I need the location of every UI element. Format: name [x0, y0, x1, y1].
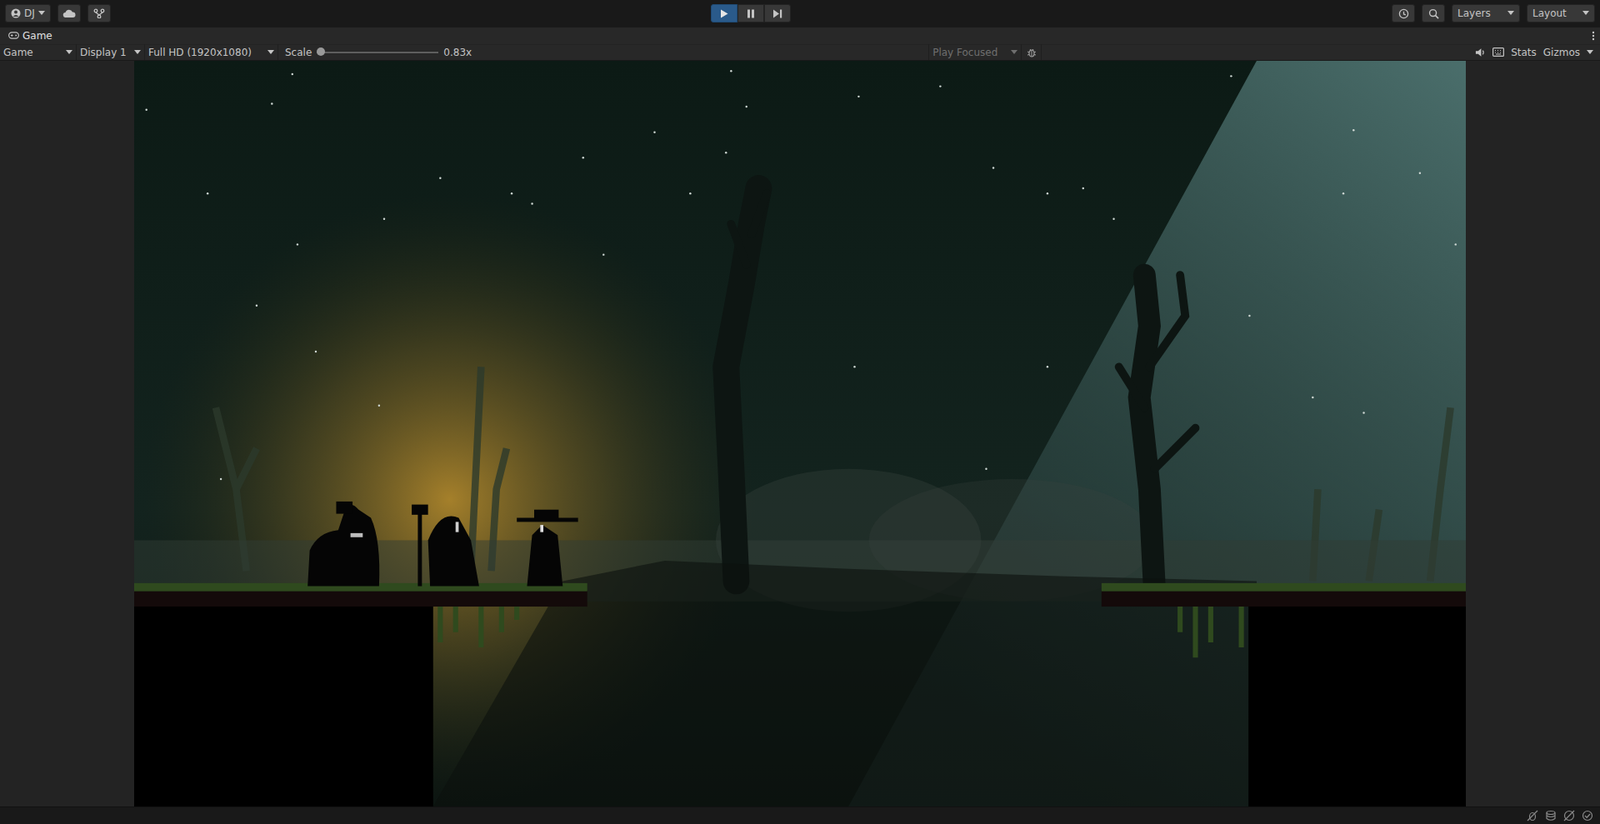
main-toolbar: DJ Layers Layout — [0, 0, 1600, 28]
account-icon — [10, 8, 21, 19]
resolution-dropdown[interactable]: Full HD (1920x1080) — [145, 44, 279, 60]
history-button[interactable] — [1391, 4, 1415, 23]
gamepad-icon — [8, 31, 20, 40]
tab-label: Game — [22, 28, 53, 44]
dropdown-arrow-icon[interactable] — [1586, 50, 1594, 55]
check-icon[interactable] — [1581, 810, 1594, 822]
game-toolbar: Game Display 1 Full HD (1920x1080) Scale… — [0, 44, 1600, 61]
scale-thumb[interactable] — [316, 47, 325, 56]
network-icon[interactable] — [1563, 810, 1575, 822]
dropdown-arrow-icon — [1010, 50, 1018, 55]
layers-dropdown[interactable]: Layers — [1451, 4, 1520, 23]
keyboard-icon[interactable] — [1492, 47, 1505, 57]
dropdown-arrow-icon — [1507, 10, 1515, 16]
scale-slider[interactable] — [316, 51, 439, 54]
branch-icon — [93, 8, 105, 19]
display-label: Display 1 — [80, 45, 127, 60]
layers-label: Layers — [1457, 7, 1491, 20]
pause-button[interactable] — [737, 4, 765, 23]
cloud-button[interactable] — [57, 4, 81, 23]
dropdown-arrow-icon — [267, 50, 275, 55]
game-view — [0, 60, 1600, 807]
gizmos-toggle[interactable]: Gizmos — [1543, 45, 1580, 60]
cache-icon[interactable] — [1545, 810, 1557, 822]
scale-label: Scale — [285, 45, 312, 60]
bug-icon — [1026, 47, 1037, 58]
more-icon[interactable] — [1591, 30, 1595, 41]
stats-toggle[interactable]: Stats — [1510, 45, 1537, 60]
history-icon — [1398, 8, 1410, 20]
scale-control: Scale 0.83x — [278, 45, 479, 60]
game-scene[interactable] — [134, 60, 1466, 807]
dropdown-arrow-icon — [38, 10, 45, 16]
layout-label: Layout — [1532, 7, 1567, 20]
play-button[interactable] — [710, 4, 738, 23]
dropdown-arrow-icon — [134, 50, 141, 55]
search-icon — [1428, 8, 1440, 20]
view-dropdown[interactable]: Game — [0, 44, 77, 60]
scale-reading: 0.83x — [443, 45, 472, 60]
collab-button[interactable] — [87, 4, 111, 23]
status-bar — [0, 806, 1600, 824]
audio-icon[interactable] — [1475, 47, 1486, 58]
display-dropdown[interactable]: Display 1 — [76, 44, 145, 60]
cloud-icon — [62, 9, 76, 18]
play-mode-dropdown[interactable]: Play Focused — [928, 44, 1022, 60]
game-tab[interactable]: Game — [5, 27, 56, 45]
play-controls — [710, 4, 791, 23]
step-icon — [772, 9, 783, 19]
pause-icon — [746, 9, 755, 19]
view-label: Game — [3, 45, 34, 60]
resolution-label: Full HD (1920x1080) — [148, 45, 252, 60]
play-icon — [720, 9, 729, 19]
dropdown-arrow-icon — [65, 50, 73, 55]
dropdown-arrow-icon — [1582, 10, 1590, 16]
tab-bar: Game — [0, 27, 1600, 45]
account-label: DJ — [24, 7, 35, 20]
debug-button[interactable] — [1021, 44, 1042, 60]
step-button[interactable] — [764, 4, 791, 23]
account-dropdown[interactable]: DJ — [5, 4, 51, 23]
debug-status-icon[interactable] — [1526, 810, 1539, 822]
search-button[interactable] — [1421, 4, 1445, 23]
layout-dropdown[interactable]: Layout — [1526, 4, 1595, 23]
play-mode-label: Play Focused — [932, 45, 998, 60]
